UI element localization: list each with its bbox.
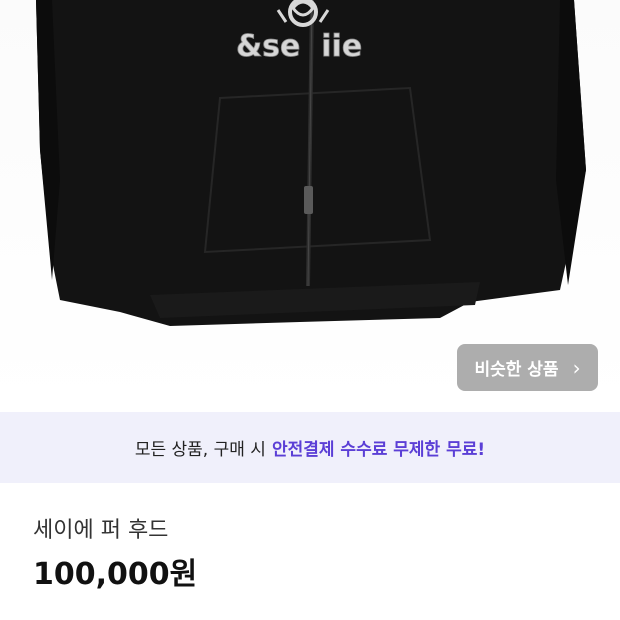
banner-prefix: 모든 상품, 구매 시 bbox=[134, 440, 266, 460]
chevron-right-icon: › bbox=[572, 355, 581, 380]
hoodie-logo-text: &se iie bbox=[236, 29, 362, 64]
similar-products-label: 비슷한 상품 bbox=[474, 360, 559, 380]
similar-products-button[interactable]: 비슷한 상품 › bbox=[457, 344, 598, 391]
product-price: 100,000원 bbox=[33, 557, 198, 592]
banner-highlight: 안전결제 수수료 무제한 무료! bbox=[271, 440, 486, 460]
product-title: 세이에 퍼 후드 bbox=[33, 518, 169, 543]
safe-payment-banner[interactable]: 모든 상품, 구매 시 안전결제 수수료 무제한 무료! bbox=[0, 412, 620, 483]
product-image[interactable]: &se iie 비슷한 상품 › bbox=[0, 0, 620, 412]
